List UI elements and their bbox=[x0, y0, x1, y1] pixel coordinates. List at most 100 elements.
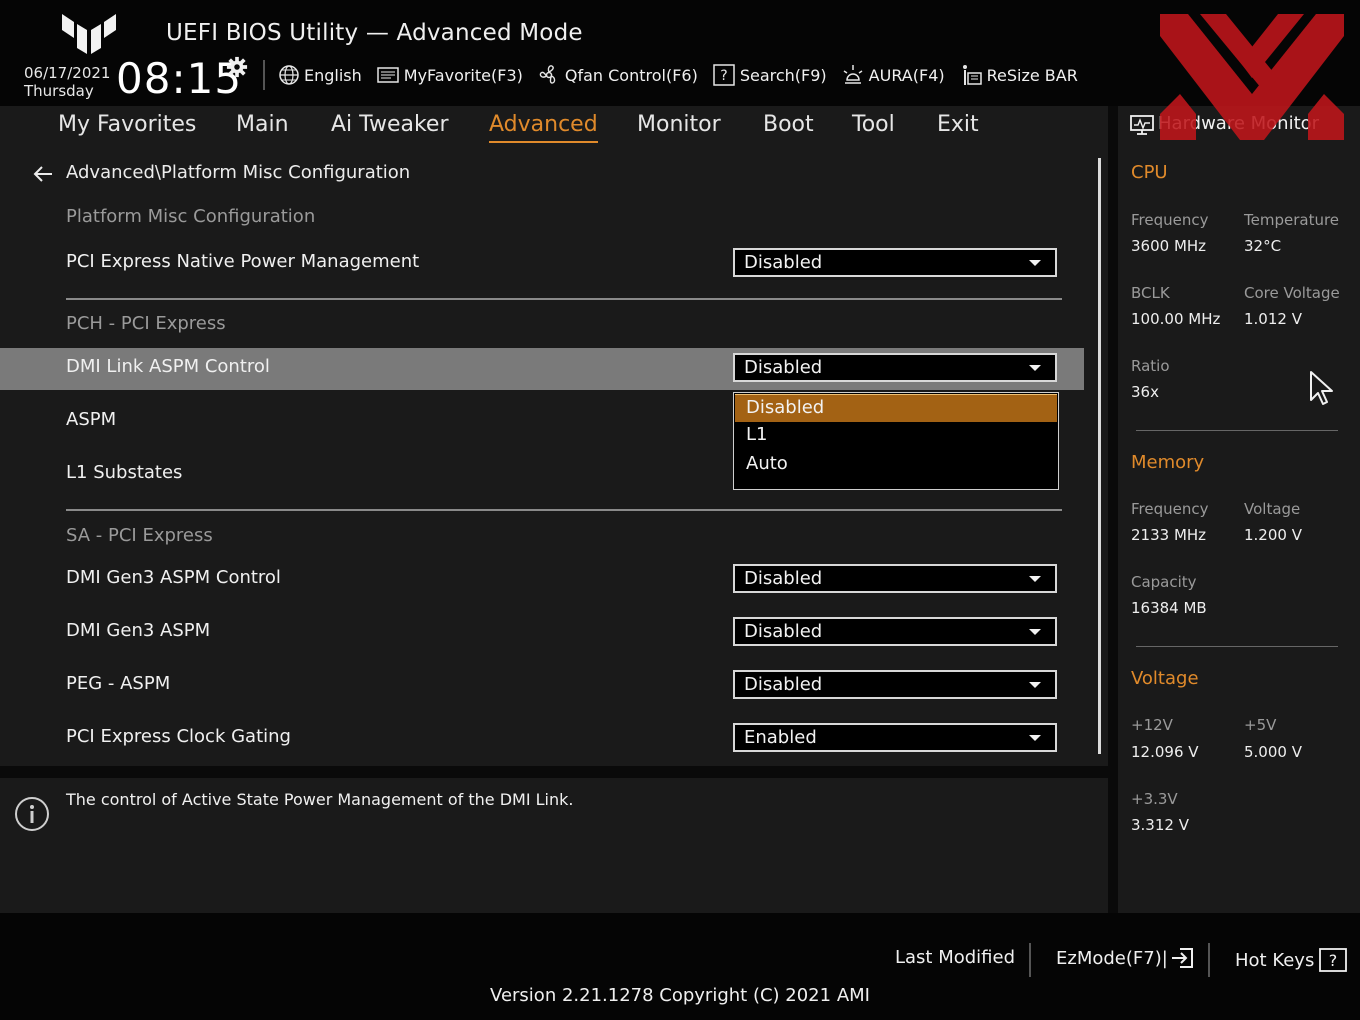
core-voltage-label: Core Voltage bbox=[1244, 284, 1340, 302]
ezmode-button[interactable]: EzMode(F7)| bbox=[1056, 947, 1196, 969]
toolbar: English MyFavorite(F3) Qfan Control(F6) bbox=[278, 62, 1092, 88]
aura-light-icon bbox=[843, 65, 863, 84]
help-key-icon: ? bbox=[1319, 948, 1348, 972]
fan-icon bbox=[539, 65, 556, 84]
tab-ai-tweaker[interactable]: Ai Tweaker bbox=[331, 112, 449, 144]
section-divider bbox=[66, 509, 1062, 511]
core-voltage-value: 1.012 V bbox=[1244, 310, 1302, 328]
dmi-gen3-aspm-label[interactable]: DMI Gen3 ASPM bbox=[66, 620, 210, 641]
tuf-logo-icon bbox=[62, 14, 116, 54]
section-platform-misc: Platform Misc Configuration bbox=[66, 206, 316, 227]
scrollbar[interactable] bbox=[1098, 158, 1101, 754]
myfavorite-button[interactable]: MyFavorite(F3) bbox=[376, 65, 523, 85]
dmi-link-aspm-value: Disabled bbox=[744, 357, 823, 378]
myfavorite-label: MyFavorite(F3) bbox=[403, 65, 523, 85]
hwm-divider bbox=[1136, 646, 1338, 647]
help-text: The control of Active State Power Manage… bbox=[66, 790, 574, 809]
peg-aspm-select[interactable]: Disabled bbox=[733, 670, 1057, 699]
dmi-gen3-aspm-control-label[interactable]: DMI Gen3 ASPM Control bbox=[66, 567, 281, 588]
last-modified-button[interactable]: Last Modified bbox=[895, 947, 1015, 968]
tab-main[interactable]: Main bbox=[236, 112, 289, 144]
v12-value: 12.096 V bbox=[1131, 743, 1199, 761]
qfan-control-button[interactable]: Qfan Control(F6) bbox=[537, 63, 698, 87]
chevron-down-icon bbox=[1029, 576, 1041, 582]
section-pch-pci-express: PCH - PCI Express bbox=[66, 313, 226, 334]
ratio-label: Ratio bbox=[1131, 357, 1170, 375]
option-label: Disabled bbox=[746, 397, 825, 418]
peg-aspm-value: Disabled bbox=[744, 674, 823, 695]
pci-native-pm-select[interactable]: Disabled bbox=[733, 248, 1057, 277]
watermark-logo bbox=[1160, 14, 1344, 140]
dmi-link-aspm-label[interactable]: DMI Link ASPM Control bbox=[66, 356, 270, 377]
bclk-value: 100.00 MHz bbox=[1131, 310, 1221, 328]
resize-bar-icon bbox=[962, 65, 982, 85]
dmi-gen3-aspm-select[interactable]: Disabled bbox=[733, 617, 1057, 646]
gear-icon[interactable] bbox=[226, 56, 248, 78]
resize-bar-button[interactable]: ReSize BAR bbox=[959, 63, 1078, 87]
memory-capacity-label: Capacity bbox=[1131, 573, 1197, 591]
v5-label: +5V bbox=[1244, 716, 1277, 734]
ezmode-label: EzMode(F7)| bbox=[1056, 947, 1168, 969]
language-label: English bbox=[304, 65, 362, 85]
chevron-down-icon bbox=[1029, 682, 1041, 688]
back-arrow-icon[interactable] bbox=[32, 164, 54, 184]
search-button[interactable]: ? Search(F9) bbox=[712, 64, 827, 86]
tab-monitor[interactable]: Monitor bbox=[637, 112, 721, 144]
footer-divider bbox=[1208, 943, 1210, 977]
tab-advanced[interactable]: Advanced bbox=[489, 112, 598, 143]
dmi-gen3-aspm-control-select[interactable]: Disabled bbox=[733, 564, 1057, 593]
option-label: L1 bbox=[746, 424, 768, 445]
ratio-value: 36x bbox=[1131, 383, 1159, 401]
voltage-section-title: Voltage bbox=[1131, 668, 1199, 689]
dropdown-option-auto[interactable]: Auto bbox=[735, 451, 1057, 479]
cpu-frequency-value: 3600 MHz bbox=[1131, 237, 1207, 255]
pci-native-pm-label[interactable]: PCI Express Native Power Management bbox=[66, 251, 419, 272]
dmi-gen3-aspm-value: Disabled bbox=[744, 621, 823, 642]
tab-exit[interactable]: Exit bbox=[937, 112, 979, 144]
memory-capacity-value: 16384 MB bbox=[1131, 599, 1207, 617]
header-bar: UEFI BIOS Utility — Advanced Mode 06/17/… bbox=[0, 0, 1360, 106]
aspm-label[interactable]: ASPM bbox=[66, 409, 116, 430]
chevron-down-icon bbox=[1029, 735, 1041, 741]
clock-gating-select[interactable]: Enabled bbox=[733, 723, 1057, 752]
main-nav: My Favorites Main Ai Tweaker Advanced Mo… bbox=[0, 106, 1108, 150]
hot-keys-button[interactable]: Hot Keys ? bbox=[1235, 947, 1348, 973]
breadcrumb: Advanced\Platform Misc Configuration bbox=[66, 162, 411, 183]
v33-value: 3.312 V bbox=[1131, 816, 1189, 834]
aura-button[interactable]: AURA(F4) bbox=[841, 63, 945, 87]
cpu-section-title: CPU bbox=[1131, 162, 1168, 183]
footer-bar: Last Modified EzMode(F7)| Hot Keys ? Ver… bbox=[0, 913, 1360, 1020]
language-button[interactable]: English bbox=[278, 64, 362, 86]
tab-boot[interactable]: Boot bbox=[763, 112, 814, 144]
help-key-glyph: ? bbox=[1329, 951, 1338, 970]
chevron-down-icon bbox=[1029, 629, 1041, 635]
v5-value: 5.000 V bbox=[1244, 743, 1302, 761]
header-divider bbox=[263, 60, 265, 90]
search-label: Search(F9) bbox=[739, 65, 827, 85]
cpu-frequency-label: Frequency bbox=[1131, 211, 1209, 229]
dropdown-option-disabled[interactable]: Disabled bbox=[735, 394, 1057, 422]
chevron-down-icon bbox=[1029, 260, 1041, 266]
hwm-divider bbox=[1136, 430, 1338, 431]
aspm-options-dropdown: Disabled L1 Auto bbox=[733, 392, 1059, 490]
option-label: Auto bbox=[746, 453, 788, 474]
v12-label: +12V bbox=[1131, 716, 1173, 734]
hardware-monitor-panel: Hardware Monitor CPU Frequency 3600 MHz … bbox=[1118, 106, 1360, 913]
memory-frequency-label: Frequency bbox=[1131, 500, 1209, 518]
memory-section-title: Memory bbox=[1131, 452, 1205, 473]
peg-aspm-label[interactable]: PEG - ASPM bbox=[66, 673, 170, 694]
cpu-temperature-value: 32°C bbox=[1244, 237, 1282, 255]
tab-my-favorites[interactable]: My Favorites bbox=[58, 112, 196, 144]
tab-tool[interactable]: Tool bbox=[852, 112, 895, 144]
help-panel: The control of Active State Power Manage… bbox=[0, 778, 1108, 913]
v33-label: +3.3V bbox=[1131, 790, 1178, 808]
dmi-link-aspm-select[interactable]: Disabled bbox=[733, 353, 1057, 382]
mouse-cursor-icon bbox=[1310, 371, 1333, 405]
dropdown-option-l1[interactable]: L1 bbox=[735, 422, 1057, 450]
date-text: 06/17/2021 bbox=[24, 64, 111, 82]
l1-substates-label[interactable]: L1 Substates bbox=[66, 462, 182, 483]
search-help-icon: ? bbox=[713, 64, 735, 86]
clock-gating-label[interactable]: PCI Express Clock Gating bbox=[66, 726, 291, 747]
settings-panel: Advanced\Platform Misc Configuration Pla… bbox=[0, 150, 1108, 766]
favorite-icon bbox=[377, 67, 399, 83]
